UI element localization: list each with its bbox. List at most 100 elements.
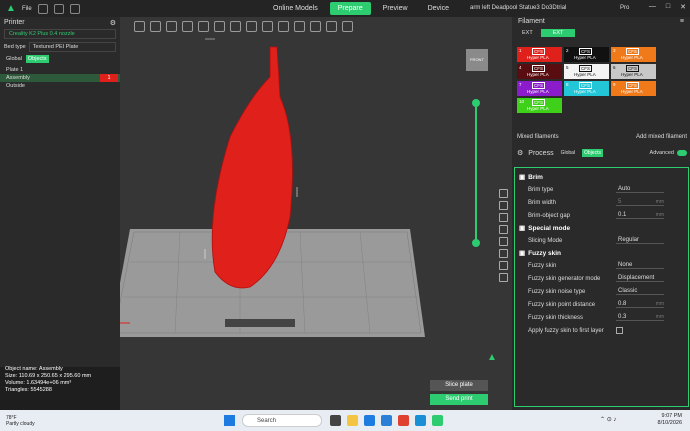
tree-assembly[interactable]: Assembly 1 [0, 74, 120, 82]
redo-icon[interactable] [69, 3, 80, 14]
filament-slot[interactable]: 4 CFS Hyper PLA [517, 64, 562, 79]
user-menu[interactable]: Pro [620, 5, 629, 11]
filament-type[interactable]: Hyper PLA [527, 55, 549, 60]
tree-assembly-label: Assembly [6, 75, 30, 81]
brim-width-input[interactable]: 5 mm [616, 199, 664, 206]
filament-type[interactable]: Hyper PLA [621, 89, 643, 94]
filament-type[interactable]: Hyper PLA [621, 55, 643, 60]
brim-width-value: 5 [618, 199, 622, 205]
mixed-filaments-label: Mixed filaments [517, 134, 559, 140]
filament-slot[interactable]: 10 CFS Hyper PLA [517, 98, 562, 113]
brim-type-select[interactable]: Auto [616, 186, 664, 193]
tree-outside[interactable]: Outside [0, 82, 120, 90]
right-panel: Filament ≡ EXT EXT 1 CFS Hyper PLA 2 CFS Hype… [512, 17, 690, 410]
save-icon[interactable] [37, 3, 48, 14]
bottom-view-icon[interactable] [499, 237, 508, 246]
windows-start-icon[interactable] [224, 415, 235, 426]
filament-type[interactable]: Hyper PLA [574, 89, 596, 94]
tab-global[interactable]: Global [4, 55, 24, 63]
filament-badge[interactable]: 1 [100, 74, 118, 82]
browser-icon[interactable] [364, 415, 375, 426]
bed-type-select[interactable]: Textured PEI Plate [28, 42, 116, 52]
rear-view-icon[interactable] [499, 261, 508, 270]
side-toolbar [499, 189, 508, 282]
tab-objects[interactable]: Objects [25, 55, 49, 63]
printer-select[interactable]: Creality K2 Plus 0.4 nozzle [4, 29, 116, 39]
brim-icon: ▣ [519, 174, 526, 181]
pill-global[interactable]: Global [559, 149, 577, 157]
notification-icon[interactable]: ▲ [487, 352, 501, 366]
maximize-icon[interactable]: □ [666, 3, 670, 11]
filament-slot[interactable]: 5 CFS Hyper PLA [564, 64, 609, 79]
filament-slot[interactable]: 7 CFS Hyper PLA [517, 81, 562, 96]
add-mixed-button[interactable]: Add mixed filament [636, 134, 687, 140]
filament-type[interactable]: Hyper PLA [527, 106, 549, 111]
setting-noise-type: Fuzzy skin noise type Classic [519, 285, 684, 298]
fuzzy-head: Fuzzy skin [528, 249, 562, 257]
slicer-icon[interactable] [432, 415, 443, 426]
store-icon[interactable] [381, 415, 392, 426]
perspective-icon[interactable] [499, 201, 508, 210]
filament-type[interactable]: Hyper PLA [574, 72, 596, 77]
noise-select[interactable]: Classic [616, 288, 664, 295]
explorer-icon[interactable] [347, 415, 358, 426]
document-title: arm left Deadpool Statue3 Do3Dtrial [470, 5, 567, 11]
advanced-toggle[interactable] [677, 150, 687, 156]
mail-icon[interactable] [415, 415, 426, 426]
front-view-icon[interactable] [499, 249, 508, 258]
filament-slot[interactable]: 2 CFS Hyper PLA [564, 47, 609, 62]
chrome-icon[interactable] [398, 415, 409, 426]
close-icon[interactable]: ✕ [680, 3, 686, 11]
filament-slot[interactable]: 9 CFS Hyper PLA [611, 81, 656, 96]
taskbar-search[interactable]: Search [242, 414, 322, 427]
tab-prepare[interactable]: Prepare [329, 2, 371, 15]
filament-type[interactable]: Hyper PLA [621, 72, 643, 77]
point-input[interactable]: 0.8 mm [616, 301, 664, 308]
filament-type[interactable]: Hyper PLA [527, 72, 549, 77]
slider-bottom-knob[interactable] [472, 239, 480, 247]
send-print-button[interactable]: Send print [430, 394, 488, 405]
tree-plate[interactable]: Plate 1 [0, 66, 120, 74]
minimize-icon[interactable]: — [649, 3, 656, 11]
thick-input[interactable]: 0.3 mm [616, 314, 664, 321]
tab-ext[interactable]: EXT [540, 29, 576, 37]
weather-widget[interactable]: 78°F Partly cloudy [6, 415, 35, 427]
tab-device[interactable]: Device [420, 2, 457, 15]
more-icon[interactable]: ≡ [680, 18, 684, 25]
view-icon[interactable] [499, 189, 508, 198]
brim-gap-input[interactable]: 0.1 mm [616, 212, 664, 219]
slice-plate-button[interactable]: Slice plate [430, 380, 488, 391]
files-icon[interactable] [330, 415, 341, 426]
file-menu[interactable]: File [22, 6, 32, 12]
ext-label: EXT [522, 30, 533, 36]
setting-brim-gap: Brim-object gap 0.1 mm [519, 209, 684, 222]
setting-slicing-mode: Slicing Mode Regular [519, 234, 684, 247]
pill-objects[interactable]: Objects [582, 149, 603, 157]
filament-type[interactable]: Hyper PLA [527, 89, 549, 94]
filament-slot[interactable]: 3 CFS Hyper PLA [611, 47, 656, 62]
filament-slot[interactable]: 1 CFS Hyper PLA [517, 47, 562, 62]
tab-online-models[interactable]: Online Models [265, 2, 326, 15]
top-view-icon[interactable] [499, 225, 508, 234]
slider-top-knob[interactable] [472, 99, 480, 107]
fuzzy-select[interactable]: None [616, 262, 664, 269]
3d-viewport[interactable]: FRONT ▲ Slice plate Send print [120, 17, 512, 410]
undo-icon[interactable] [53, 3, 64, 14]
view-cube[interactable]: FRONT [466, 49, 488, 71]
gear-icon[interactable]: ⚙ [110, 19, 116, 27]
layer-slider[interactable] [475, 102, 477, 242]
tab-preview[interactable]: Preview [375, 2, 416, 15]
filament-type[interactable]: Hyper PLA [574, 55, 596, 60]
slicing-mode-select[interactable]: Regular [616, 237, 664, 244]
process-title: Process [528, 149, 554, 157]
fuzzy-mode-select[interactable]: Displacement [616, 275, 664, 282]
left-view-icon[interactable] [499, 273, 508, 282]
filament-slot[interactable]: 8 CFS Hyper PLA [564, 81, 609, 96]
filament-slot[interactable]: 6 CFS Hyper PLA [611, 64, 656, 79]
clock[interactable]: 9:07 PM 8/10/2026 [658, 413, 682, 427]
system-tray-icons[interactable]: ⌃ ⊙ ♪ [600, 416, 616, 423]
wireframe-icon[interactable] [499, 213, 508, 222]
first-layer-checkbox[interactable] [616, 327, 623, 334]
setting-brim-width: Brim width 5 mm [519, 196, 684, 209]
brim-gap-label: Brim-object gap [528, 212, 571, 219]
